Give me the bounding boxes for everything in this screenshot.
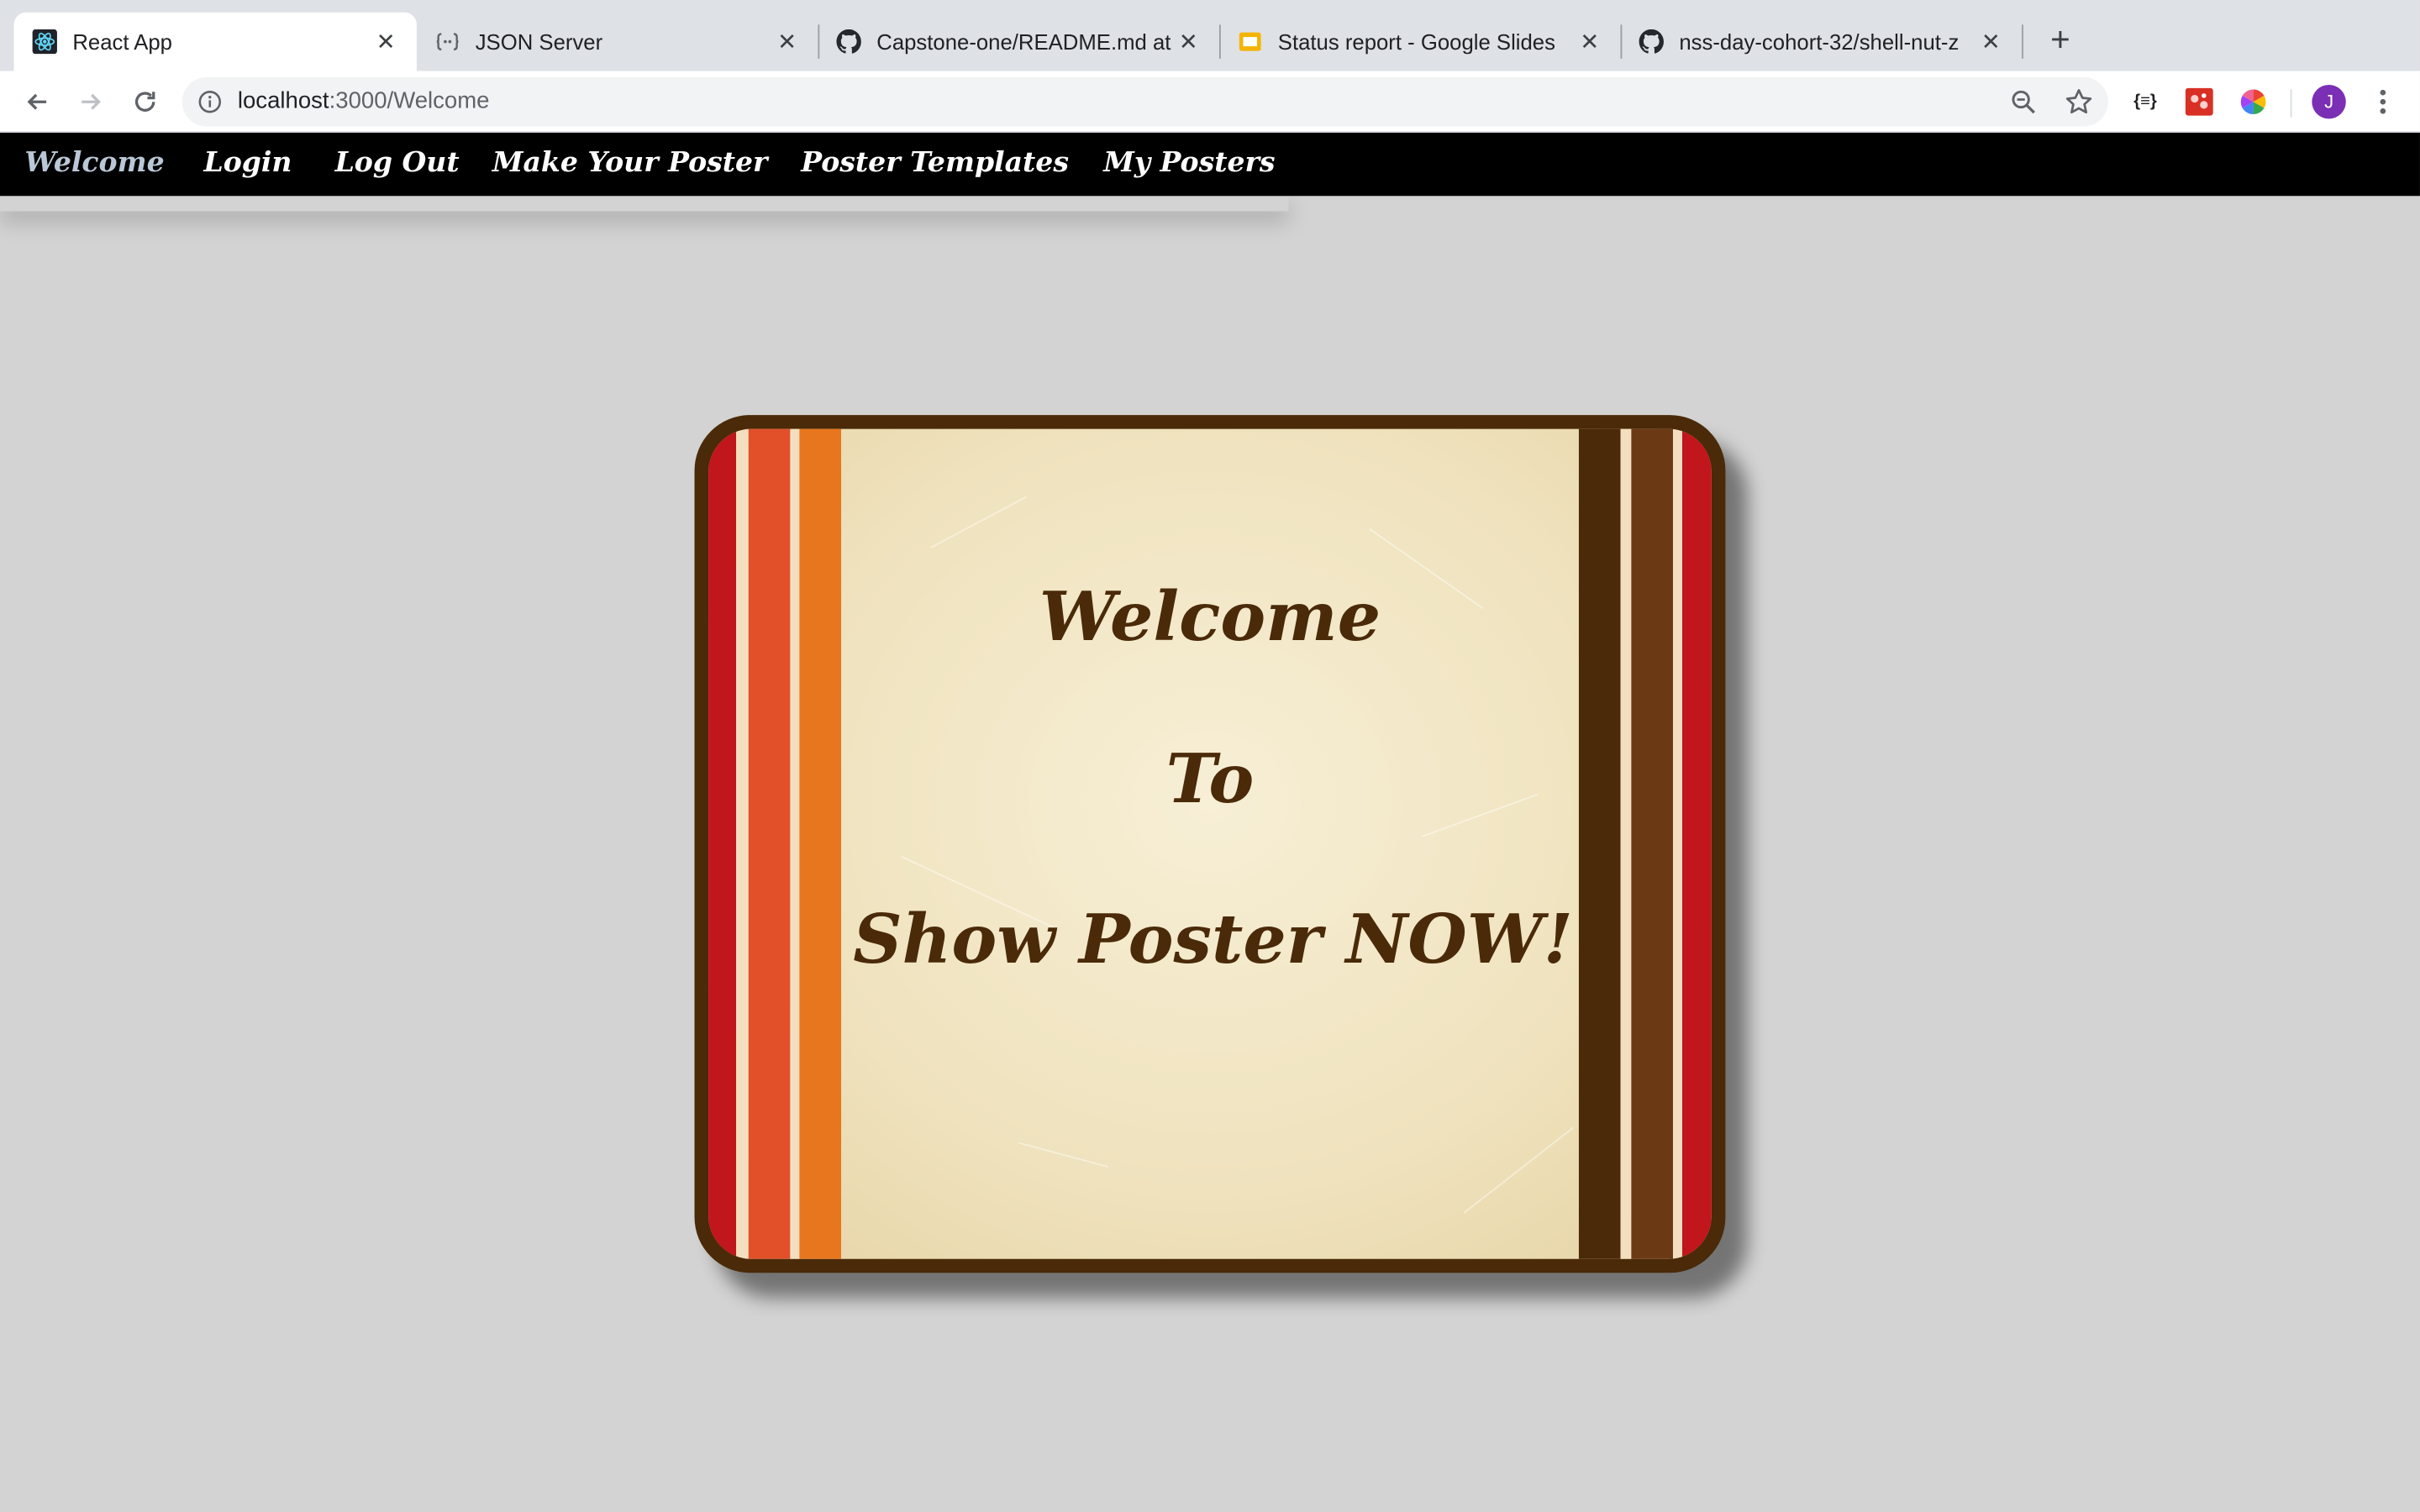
back-icon bbox=[27, 93, 47, 110]
tab-close-icon[interactable]: ✕ bbox=[373, 28, 397, 55]
tab-title: JSON Server bbox=[475, 29, 603, 55]
tab-close-icon[interactable]: ✕ bbox=[1577, 28, 1602, 55]
stripe-orange-red bbox=[748, 428, 791, 1259]
tab-github-capstone[interactable]: Capstone-one/README.md at ✕ bbox=[818, 13, 1219, 71]
info-icon[interactable] bbox=[197, 90, 222, 123]
nav-welcome[interactable]: Welcome bbox=[24, 146, 164, 179]
tab-json-server[interactable]: JSON Server ✕ bbox=[417, 13, 818, 71]
stripe-red-right bbox=[1682, 428, 1712, 1259]
json-ext-icon[interactable]: {≡} bbox=[2130, 87, 2161, 118]
menu-icon[interactable] bbox=[2370, 87, 2395, 125]
tab-close-icon[interactable]: ✕ bbox=[775, 28, 799, 55]
nav-logout[interactable]: Log Out bbox=[335, 146, 460, 179]
browser-toolbar: localhost:3000/Welcome {≡} J bbox=[0, 71, 2420, 133]
grunge-scratch bbox=[1463, 1126, 1575, 1214]
welcome-poster: Welcome To Show Poster NOW! bbox=[694, 415, 1726, 1273]
ext-red-icon[interactable] bbox=[2184, 87, 2215, 118]
reload-button[interactable] bbox=[127, 83, 164, 120]
nav-login[interactable]: Login bbox=[203, 146, 292, 179]
stripe-red-left bbox=[708, 428, 737, 1259]
url-host: localhost bbox=[237, 87, 329, 114]
tab-separator bbox=[2022, 24, 2023, 59]
new-tab-button[interactable]: + bbox=[2040, 18, 2081, 61]
tab-title: Status report - Google Slides bbox=[1277, 29, 1555, 55]
poster-card: Welcome To Show Poster NOW! bbox=[708, 428, 1712, 1259]
grunge-scratch bbox=[1018, 1142, 1108, 1168]
tab-title: Capstone-one/README.md at bbox=[876, 29, 1171, 55]
stripe-brown bbox=[1631, 428, 1673, 1259]
forward-button[interactable] bbox=[72, 83, 109, 120]
color-wheel-icon[interactable] bbox=[2238, 87, 2269, 118]
star-icon[interactable] bbox=[2064, 87, 2095, 125]
navbar-shadow bbox=[0, 196, 1289, 211]
tab-github-shell-nut[interactable]: nss-day-cohort-32/shell-nut-z ✕ bbox=[1621, 13, 2023, 71]
url-text: localhost:3000/Welcome bbox=[238, 88, 490, 114]
poster-title-to: To bbox=[1165, 740, 1255, 820]
stripe-cream bbox=[1620, 428, 1632, 1259]
tab-google-slides[interactable]: Status report - Google Slides ✕ bbox=[1219, 13, 1621, 71]
poster-title-welcome: Welcome bbox=[1039, 578, 1381, 658]
json-server-icon bbox=[435, 29, 460, 54]
tab-react-app[interactable]: React App ✕ bbox=[13, 12, 417, 71]
reload-icon bbox=[134, 92, 155, 112]
tab-strip: React App ✕ JSON Server ✕ Capstone-one/R… bbox=[0, 0, 2420, 71]
toolbar-divider bbox=[2290, 89, 2292, 118]
nav-poster-templates[interactable]: Poster Templates bbox=[801, 146, 1069, 179]
zoom-icon[interactable] bbox=[2009, 88, 2037, 123]
app-navbar: Welcome Login Log Out Make Your Poster P… bbox=[0, 132, 2420, 197]
poster-title-show-poster: Show Poster NOW! bbox=[853, 900, 1573, 980]
react-icon bbox=[32, 29, 57, 55]
stripe-cream bbox=[790, 428, 800, 1259]
address-bar[interactable]: localhost:3000/Welcome bbox=[182, 76, 2108, 127]
github-icon bbox=[1639, 29, 1664, 54]
stripe-dark-brown bbox=[1578, 428, 1621, 1259]
avatar[interactable]: J bbox=[2312, 85, 2346, 119]
forward-icon bbox=[82, 93, 101, 110]
tab-title: nss-day-cohort-32/shell-nut-z bbox=[1679, 29, 1960, 55]
grunge-scratch bbox=[930, 496, 1027, 549]
back-button[interactable] bbox=[18, 83, 55, 120]
stripe-cream bbox=[736, 428, 749, 1259]
stripe-cream bbox=[1672, 428, 1683, 1259]
tab-close-icon[interactable]: ✕ bbox=[1176, 28, 1201, 55]
stripe-orange bbox=[799, 428, 842, 1259]
nav-my-posters[interactable]: My Posters bbox=[1103, 146, 1275, 179]
url-path: :3000/Welcome bbox=[329, 87, 490, 114]
slides-icon bbox=[1238, 29, 1262, 54]
tab-title: React App bbox=[72, 29, 172, 55]
nav-make-your-poster[interactable]: Make Your Poster bbox=[492, 146, 768, 179]
github-icon bbox=[836, 29, 861, 54]
tab-close-icon[interactable]: ✕ bbox=[1979, 28, 2003, 55]
